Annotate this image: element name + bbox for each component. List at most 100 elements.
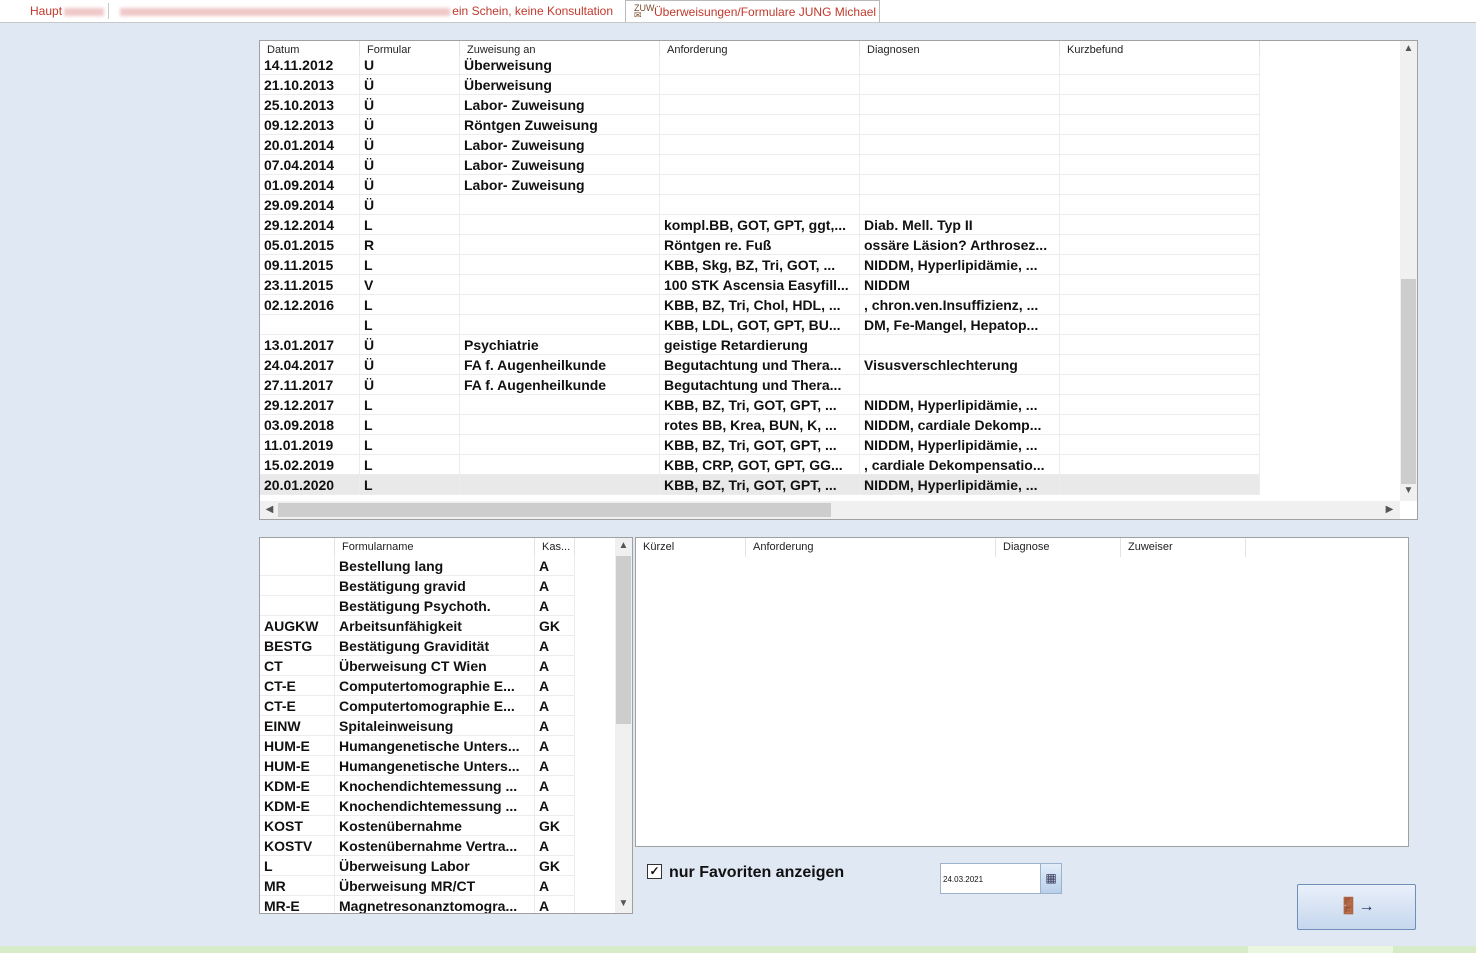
table-row[interactable]: Bestätigung Psychoth. A — [260, 596, 632, 616]
table-row[interactable]: 27.11.2017 Ü FA f. Augenheilkunde Begutacht… — [260, 375, 1400, 395]
table-row[interactable]: BESTG Bestätigung Gravidität A — [260, 636, 632, 656]
scroll-left-icon[interactable]: ◀ — [262, 504, 277, 515]
table-cell — [1060, 75, 1260, 95]
table-row[interactable]: 09.12.2013 Ü Röntgen Zuweisung — [260, 115, 1400, 135]
table-row[interactable]: 09.11.2015 L KBB, Skg, BZ, Tri, GOT, ... NI… — [260, 255, 1400, 275]
table-row[interactable]: CT Überweisung CT Wien A — [260, 656, 632, 676]
column-header[interactable]: Formularname — [335, 538, 535, 557]
table-row[interactable]: 07.04.2014 Ü Labor- Zuweisung — [260, 155, 1400, 175]
table-cell: , chron.ven.Insuffizienz, ... — [860, 295, 1060, 315]
table-row[interactable]: MR Überweisung MR/CT A — [260, 876, 632, 896]
table-cell — [460, 455, 660, 475]
table-row[interactable]: 02.12.2016 L KBB, BZ, Tri, Chol, HDL, ...,… — [260, 295, 1400, 315]
table-row[interactable]: AUGKW Arbeitsunfähigkeit GK — [260, 616, 632, 636]
scroll-up-icon[interactable]: ▲ — [1401, 43, 1416, 54]
table-cell: geistige Retardierung — [660, 335, 860, 355]
table-row[interactable]: 03.09.2018 Lrotes BB, Krea, BUN, K, ... NI… — [260, 415, 1400, 435]
table-row[interactable]: 05.01.2015 R Röntgen re. Fuß ossäre Läsion?… — [260, 235, 1400, 255]
scroll-up-icon[interactable]: ▲ — [616, 540, 631, 551]
table-cell: MR-E — [260, 896, 335, 913]
column-header[interactable]: Kas... — [535, 538, 575, 557]
table-row[interactable]: 15.02.2019 L KBB, CRP, GOT, GPT, GG..., ca… — [260, 455, 1400, 475]
table-row[interactable]: 29.12.2017 L KBB, BZ, Tri, GOT, GPT, ... NI… — [260, 395, 1400, 415]
vertical-scrollbar[interactable]: ▲ ▼ — [615, 538, 632, 913]
table-row[interactable]: 20.01.2020 L KBB, BZ, Tri, GOT, GPT, ... NI… — [260, 475, 1400, 495]
table-row[interactable]: EINW Spitaleinweisung A — [260, 716, 632, 736]
table-row[interactable]: 20.01.2014 Ü Labor- Zuweisung — [260, 135, 1400, 155]
column-header[interactable]: Anforderung — [746, 538, 996, 557]
tab-consultation[interactable]: ein Schein, keine Konsultation — [108, 0, 623, 22]
scroll-thumb[interactable] — [278, 503, 831, 517]
date-value[interactable]: 24.03.2021 — [943, 864, 983, 895]
date-picker[interactable]: 24.03.2021 ▦ — [940, 863, 1062, 894]
table-row[interactable]: Bestätigung gravid A — [260, 576, 632, 596]
table-row[interactable]: 14.11.2012 U Überweisung — [260, 55, 1400, 75]
table-row[interactable]: L Überweisung Labor GK — [260, 856, 632, 876]
table-row[interactable]: 13.01.2017 Ü Psychiatrie geistige Retardier… — [260, 335, 1400, 355]
column-header[interactable] — [260, 538, 335, 557]
scroll-down-icon[interactable]: ▼ — [1401, 485, 1416, 496]
table-row[interactable]: 25.10.2013 Ü Labor- Zuweisung — [260, 95, 1400, 115]
table-row[interactable]: 21.10.2013 Ü Überweisung — [260, 75, 1400, 95]
scroll-down-icon[interactable]: ▼ — [616, 898, 631, 909]
table-row[interactable]: CT-E Computertomographie E... A — [260, 696, 632, 716]
forms-grid[interactable]: Formularname Kas... Bestellung lang A Bestä… — [259, 537, 633, 914]
table-cell: L — [360, 395, 460, 415]
table-cell: A — [535, 896, 575, 913]
calendar-icon[interactable]: ▦ — [1040, 864, 1061, 893]
vertical-scrollbar[interactable]: ▲ ▼ — [1400, 41, 1417, 501]
table-cell — [260, 596, 335, 616]
table-cell: KDM-E — [260, 776, 335, 796]
column-header[interactable]: Zuweiser — [1121, 538, 1246, 557]
checkbox-icon[interactable]: ✓ — [647, 863, 662, 879]
table-cell: Bestellung lang — [335, 556, 535, 576]
exit-button[interactable]: 🚪→ — [1297, 884, 1416, 930]
referrals-grid[interactable]: Datum Formular Zuweisung an Anforderung Diag… — [259, 40, 1418, 520]
table-cell — [460, 215, 660, 235]
table-row[interactable]: 23.11.2015 V 100 STK Ascensia Easyfill... N… — [260, 275, 1400, 295]
table-cell — [860, 75, 1060, 95]
table-row[interactable]: KOST Kostenübernahme GK — [260, 816, 632, 836]
table-row[interactable]: KOSTV Kostenübernahme Vertra... A — [260, 836, 632, 856]
table-cell: Visusverschlechterung — [860, 355, 1060, 375]
table-row[interactable]: KDM-E Knochendichtemessung ... A — [260, 796, 632, 816]
table-cell: L — [360, 435, 460, 455]
scroll-right-icon[interactable]: ▶ — [1382, 504, 1397, 515]
detail-grid[interactable]: Kürzel Anforderung Diagnose Zuweiser — [635, 537, 1409, 847]
scroll-thumb[interactable] — [1401, 279, 1416, 484]
table-row[interactable]: HUM-E Humangenetische Unters... A — [260, 736, 632, 756]
table-cell: 21.10.2013 — [260, 75, 360, 95]
table-row[interactable]: 01.09.2014 Ü Labor- Zuweisung — [260, 175, 1400, 195]
table-row[interactable]: 29.09.2014 Ü — [260, 195, 1400, 215]
table-row[interactable]: Bestellung lang A — [260, 556, 632, 576]
scroll-thumb[interactable] — [616, 556, 631, 724]
table-cell — [660, 95, 860, 115]
table-cell: 03.09.2018 — [260, 415, 360, 435]
table-cell: 11.01.2019 — [260, 435, 360, 455]
table-row[interactable]: CT-E Computertomographie E... A — [260, 676, 632, 696]
table-cell — [260, 556, 335, 576]
table-cell: 29.09.2014 — [260, 195, 360, 215]
table-cell: CT-E — [260, 676, 335, 696]
column-header[interactable]: Kürzel — [636, 538, 746, 557]
table-cell — [860, 335, 1060, 355]
table-row[interactable]: MR-E Magnetresonanztomogra... A — [260, 896, 632, 913]
horizontal-scrollbar[interactable]: ◀ ▶ — [260, 501, 1400, 519]
table-cell: Kostenübernahme — [335, 816, 535, 836]
table-row[interactable]: KDM-E Knochendichtemessung ... A — [260, 776, 632, 796]
table-row[interactable]: 29.12.2014 Lkompl.BB, GOT, GPT, ggt,... Di… — [260, 215, 1400, 235]
table-cell: KOSTV — [260, 836, 335, 856]
table-row[interactable]: L KBB, LDL, GOT, GPT, BU... DM, Fe-Mangel,… — [260, 315, 1400, 335]
table-cell: BESTG — [260, 636, 335, 656]
table-row[interactable]: 11.01.2019 L KBB, BZ, Tri, GOT, GPT, ... NI… — [260, 435, 1400, 455]
table-cell: KBB, BZ, Tri, GOT, GPT, ... — [660, 435, 860, 455]
table-row[interactable]: 24.04.2017 Ü FA f. Augenheilkunde Begutacht… — [260, 355, 1400, 375]
tab-main[interactable]: Haupt — [18, 0, 108, 22]
table-cell: Ü — [360, 155, 460, 175]
table-cell: DM, Fe-Mangel, Hepatop... — [860, 315, 1060, 335]
table-cell: KBB, BZ, Tri, GOT, GPT, ... — [660, 475, 860, 495]
table-row[interactable]: HUM-E Humangenetische Unters... A — [260, 756, 632, 776]
column-header[interactable]: Diagnose — [996, 538, 1121, 557]
tab-referrals[interactable]: ZUW ✉ Überweisungen/Formulare JUNG Michae… — [625, 0, 880, 22]
favorites-checkbox[interactable]: ✓ nur Favoriten anzeigen — [647, 862, 844, 884]
